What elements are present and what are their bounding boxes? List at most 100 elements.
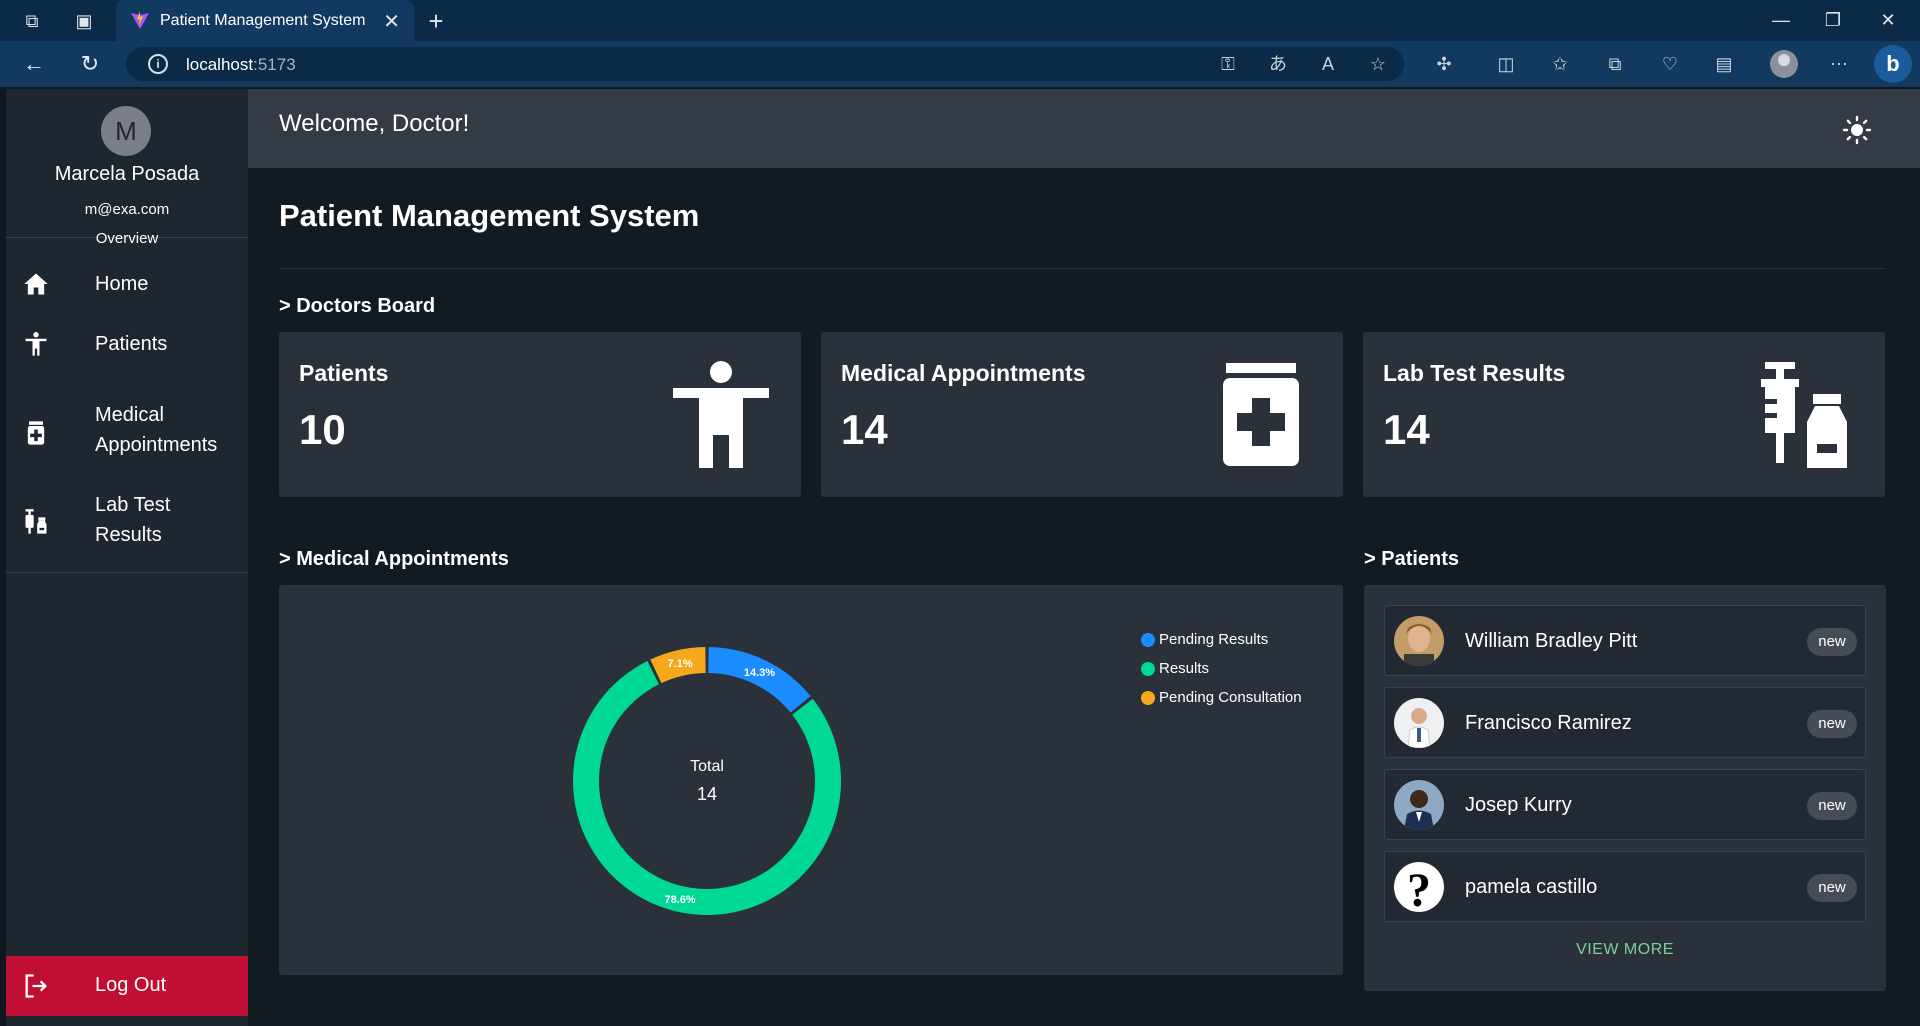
collections-icon[interactable]: ⧉: [1601, 50, 1629, 78]
sidebar-section-title: Overview: [95, 230, 159, 247]
top-header: Welcome, Doctor!: [248, 89, 1920, 168]
favorite-star-icon[interactable]: ☆: [1364, 50, 1392, 78]
patient-row[interactable]: ? pamela castillo new: [1384, 851, 1866, 922]
stat-label: Lab Test Results: [1383, 360, 1566, 386]
status-badge: new: [1807, 710, 1857, 738]
appointments-section-title: > Medical Appointments: [279, 548, 509, 570]
donut-center-value: 14: [697, 784, 717, 804]
donut-label-pending-consultation: 7.1%: [668, 658, 693, 670]
medicine-bottle-icon: [27, 421, 45, 445]
extensions-icon[interactable]: ✣: [1430, 50, 1458, 78]
syringe-vial-icon: [25, 509, 47, 534]
view-more-button[interactable]: VIEW MORE: [1364, 941, 1886, 959]
split-screen-icon[interactable]: ◫: [1492, 50, 1520, 78]
logout-button[interactable]: Log Out: [6, 956, 248, 1016]
new-tab-icon[interactable]: +: [422, 6, 450, 37]
donut-label-pending-results: 14.3%: [744, 667, 775, 679]
patient-row[interactable]: William Bradley Pitt new: [1384, 605, 1866, 676]
sidebar: M Marcela Posada m@exa.com Overview Home…: [6, 89, 248, 1026]
site-info-icon[interactable]: i: [148, 54, 168, 74]
logout-icon: [25, 974, 47, 998]
sidebar-item-label: Patients: [95, 333, 168, 355]
read-aloud-icon[interactable]: A: [1314, 50, 1342, 78]
patient-photo-placeholder-icon: ?: [1394, 862, 1444, 912]
sidebar-item-label: Medical Appointments: [95, 404, 218, 456]
patient-name: Francisco Ramirez: [1465, 712, 1632, 734]
legend-label: Pending Results: [1159, 631, 1269, 648]
favorites-icon[interactable]: ✩: [1546, 50, 1574, 78]
patient-name: pamela castillo: [1465, 876, 1598, 898]
legend-item-pending-results[interactable]: Pending Results: [1141, 625, 1302, 654]
patients-section-title: > Patients: [1364, 548, 1460, 570]
browser-tab-bar: ⧉ ▣ Patient Management System ✕ + — ❐ ✕: [0, 0, 1920, 41]
legend-item-results[interactable]: Results: [1141, 654, 1302, 683]
syringe-vial-icon: [1761, 362, 1847, 468]
sidebar-item-home[interactable]: Home: [6, 259, 248, 309]
legend-swatch: [1141, 661, 1155, 676]
profile-avatar-icon[interactable]: [1770, 50, 1798, 78]
appointments-chart-panel: 14.3% 78.6% 7.1% Total 14 Pending Results R…: [279, 585, 1343, 975]
patient-name: Josep Kurry: [1465, 794, 1572, 816]
password-key-icon[interactable]: ⚿: [1214, 50, 1242, 78]
url-text: localhost:5173: [186, 55, 296, 74]
workspaces-icon[interactable]: ⧉: [19, 8, 45, 34]
sidebar-toggle-icon[interactable]: ▤: [1710, 50, 1738, 78]
sidebar-divider: [6, 572, 248, 573]
donut-label-results: 78.6%: [664, 894, 695, 906]
close-tab-icon[interactable]: ✕: [383, 9, 400, 34]
browser-essentials-icon[interactable]: ♡: [1656, 50, 1684, 78]
back-icon[interactable]: ←: [20, 50, 48, 78]
browser-address-bar: ← ↻ i localhost:5173 ⚿ あ A ☆ ✣ ◫ ✩ ⧉ ♡ ▤…: [0, 41, 1920, 87]
sidebar-item-label: Home: [95, 273, 149, 295]
legend-swatch: [1141, 690, 1155, 705]
copilot-icon[interactable]: b: [1874, 45, 1912, 83]
chart-legend: Pending Results Results Pending Consultati…: [1141, 625, 1302, 712]
patient-row[interactable]: Francisco Ramirez new: [1384, 687, 1866, 758]
translate-icon[interactable]: あ: [1264, 50, 1292, 78]
stat-value: 10: [299, 406, 346, 453]
page-title: Patient Management System: [279, 198, 700, 233]
patient-name: William Bradley Pitt: [1465, 630, 1638, 652]
person-icon: [673, 361, 769, 468]
user-name: Marcela Posada: [54, 163, 200, 185]
title-divider: [279, 268, 1885, 269]
patient-photo: [1394, 616, 1444, 666]
restore-icon[interactable]: ❐: [1818, 6, 1848, 34]
person-icon: [25, 331, 47, 356]
sidebar-item-label: Lab Test Results: [95, 494, 171, 546]
home-icon: [24, 273, 48, 295]
status-badge: new: [1807, 874, 1857, 902]
sidebar-item-lab-test-results[interactable]: Lab Test Results: [6, 484, 248, 554]
stat-label: Patients: [299, 360, 389, 386]
sidebar-item-medical-appointments[interactable]: Medical Appointments: [6, 394, 248, 464]
tab-title: Patient Management System: [160, 12, 366, 29]
status-badge: new: [1807, 628, 1857, 656]
stat-card-patients[interactable]: Patients 10: [279, 332, 801, 497]
stat-value: 14: [1383, 406, 1430, 453]
avatar[interactable]: M: [101, 106, 151, 156]
welcome-message: Welcome, Doctor!: [279, 110, 470, 137]
donut-slice-pending-results[interactable]: [708, 647, 811, 713]
legend-item-pending-consultation[interactable]: Pending Consultation: [1141, 683, 1302, 712]
sidebar-item-patients[interactable]: Patients: [6, 319, 248, 369]
stat-card-medical-appointments[interactable]: Medical Appointments 14: [821, 332, 1343, 497]
donut-center-label: Total: [690, 758, 724, 775]
minimize-icon[interactable]: —: [1766, 6, 1796, 34]
window-close-icon[interactable]: ✕: [1873, 6, 1903, 34]
doctors-board-title: > Doctors Board: [279, 295, 436, 317]
legend-swatch: [1141, 632, 1155, 647]
stat-value: 14: [841, 406, 888, 453]
tab-actions-icon[interactable]: ▣: [71, 8, 97, 34]
more-options-icon[interactable]: ⋯: [1825, 50, 1853, 78]
patient-row[interactable]: Josep Kurry new: [1384, 769, 1866, 840]
sun-icon[interactable]: [1842, 115, 1872, 145]
status-badge: new: [1807, 792, 1857, 820]
legend-label: Pending Consultation: [1159, 689, 1302, 706]
vite-favicon-icon: [131, 11, 149, 29]
legend-label: Results: [1159, 660, 1210, 677]
url-field[interactable]: i localhost:5173 ⚿ あ A ☆: [126, 47, 1404, 81]
stat-card-lab-test-results[interactable]: Lab Test Results 14: [1363, 332, 1885, 497]
stat-label: Medical Appointments: [841, 360, 1086, 386]
browser-tab[interactable]: Patient Management System ✕: [116, 0, 414, 41]
refresh-icon[interactable]: ↻: [76, 50, 104, 78]
